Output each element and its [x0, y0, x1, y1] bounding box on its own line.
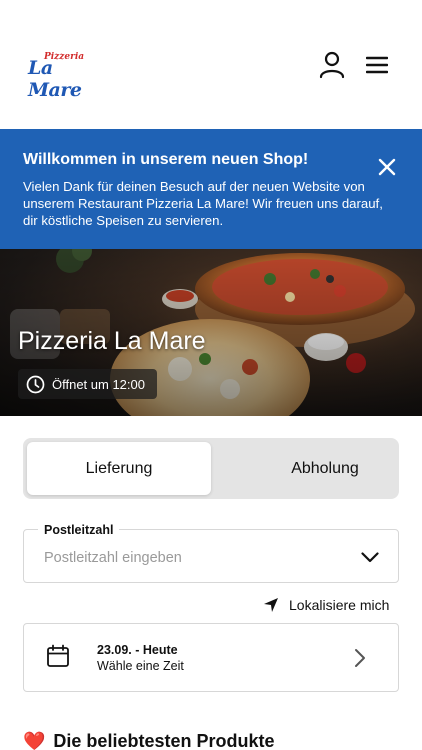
- welcome-banner: Willkommen in unserem neuen Shop! Vielen…: [0, 129, 422, 249]
- hamburger-menu-icon: [366, 56, 388, 74]
- opening-time-text: Öffnet um 12:00: [52, 376, 145, 392]
- chevron-right-icon: [355, 649, 365, 667]
- pickup-option[interactable]: Abholung: [233, 442, 417, 495]
- clock-icon: [26, 375, 45, 393]
- locate-me-button[interactable]: Lokalisiere mich: [263, 597, 389, 613]
- locate-me-label: Lokalisiere mich: [289, 597, 390, 613]
- postal-code-dropdown-button[interactable]: [358, 547, 382, 567]
- banner-close-button[interactable]: [374, 154, 400, 180]
- popular-products-heading: ❤️ Die beliebtesten Produkte: [23, 731, 274, 750]
- user-icon: [319, 51, 345, 79]
- popular-products-title: Die beliebtesten Produkte: [53, 731, 275, 750]
- order-mode-toggle: Lieferung Abholung: [23, 438, 399, 499]
- account-button[interactable]: [315, 48, 349, 82]
- menu-button[interactable]: [360, 48, 394, 82]
- opening-time-badge: Öffnet um 12:00: [18, 369, 157, 399]
- calendar-icon: [47, 644, 69, 667]
- restaurant-name: Pizzeria La Mare: [18, 327, 206, 355]
- logo-big-text: La Mare: [28, 57, 82, 101]
- hero-image: Pizzeria La Mare Öffnet um 12:00: [0, 249, 422, 416]
- restaurant-logo[interactable]: Pizzeria La Mare: [26, 48, 106, 101]
- select-time-prompt: Wähle eine Zeit: [97, 659, 184, 673]
- banner-title: Willkommen in unserem neuen Shop!: [23, 151, 309, 168]
- delivery-time-selector[interactable]: 23.09. - Heute Wähle eine Zeit: [23, 623, 399, 692]
- location-arrow-icon: [264, 598, 278, 612]
- postal-code-field: Postleitzahl: [23, 523, 399, 583]
- postal-code-input[interactable]: [44, 550, 344, 566]
- chevron-down-icon: [361, 551, 379, 562]
- top-header: Pizzeria La Mare: [0, 0, 422, 129]
- banner-text: Vielen Dank für deinen Besuch auf der ne…: [23, 179, 383, 228]
- postal-code-label: Postleitzahl: [38, 523, 120, 537]
- selected-date: 23.09. - Heute: [97, 643, 178, 657]
- close-icon: [378, 158, 396, 176]
- heart-icon: ❤️: [23, 731, 46, 750]
- delivery-option[interactable]: Lieferung: [27, 442, 211, 495]
